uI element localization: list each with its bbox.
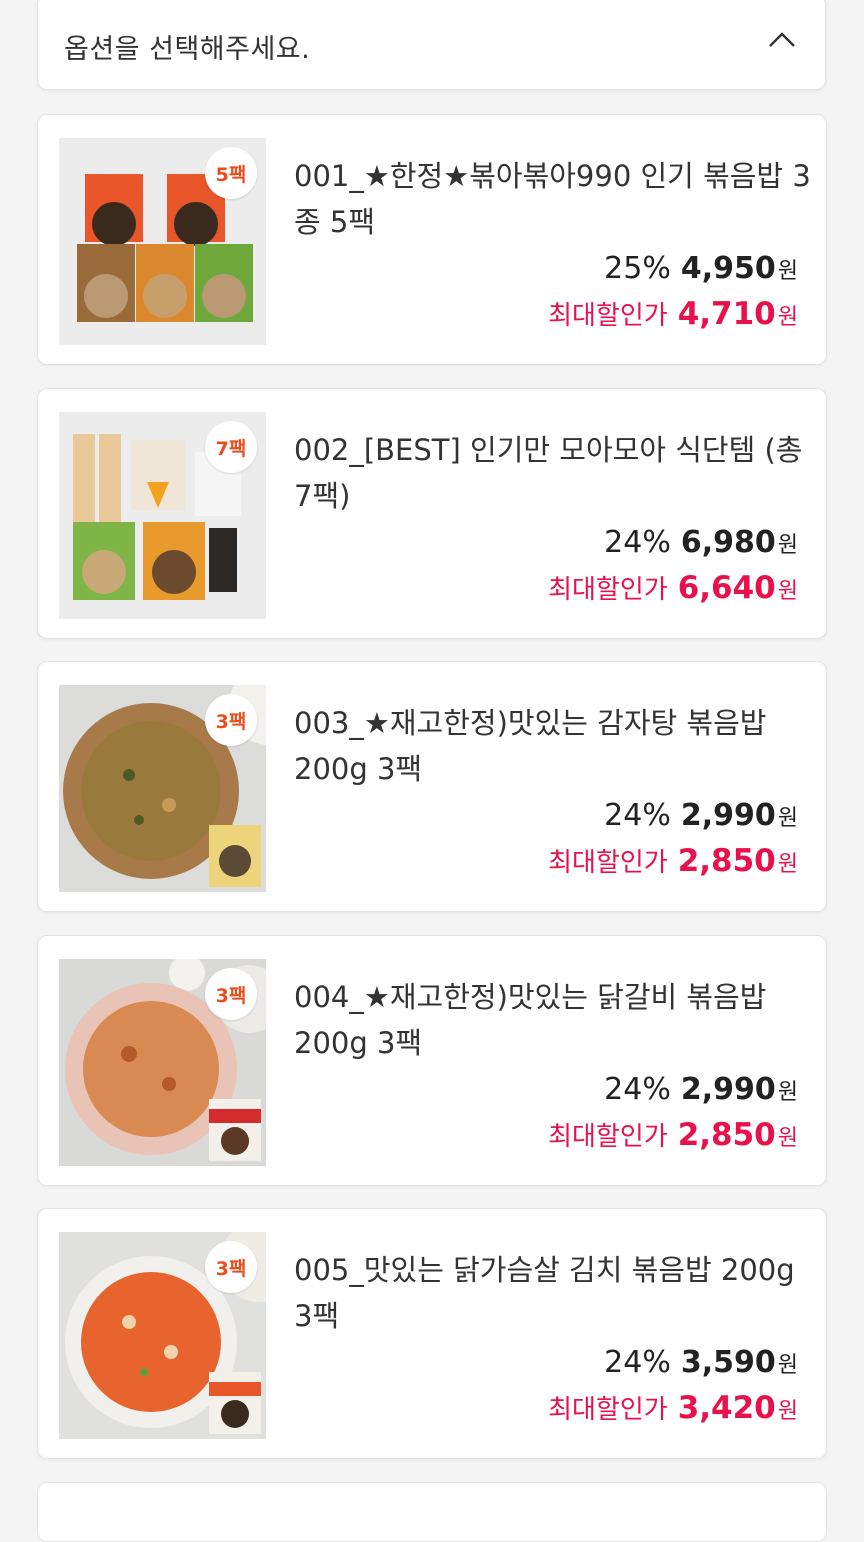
product-title: 002_[BEST] 인기만 모아모아 식단템 (총7팩)	[294, 433, 803, 513]
pack-count-badge: 5팩	[205, 147, 257, 199]
currency-unit: 원	[777, 259, 798, 284]
product-thumbnail: 3팩	[59, 685, 266, 892]
max-discount-label: 최대할인가	[548, 1395, 668, 1425]
option-select-placeholder: 옵션을 선택해주세요.	[64, 34, 311, 65]
product-title: 005_맛있는 닭가슴살 김치 볶음밥 200g 3팩	[294, 1253, 795, 1333]
product-option-card[interactable]: 7팩 002_[BEST] 인기만 모아모아 식단템 (총7팩) 24% 6,98…	[37, 388, 827, 639]
product-option-card[interactable]: 5팩 001_★한정★볶아볶아990 인기 볶음밥 3종 5팩 25% 4,950…	[37, 114, 827, 365]
price-row: 25% 4,950원	[604, 251, 798, 286]
discount-rate: 25%	[604, 251, 671, 286]
discount-rate: 24%	[604, 1072, 671, 1107]
price-row: 24% 6,980원	[604, 525, 798, 560]
currency-unit: 원	[777, 1399, 798, 1424]
product-thumbnail: 7팩	[59, 412, 266, 619]
product-title: 003_★재고한정)맛있는 감자탕 볶음밥 200g 3팩	[294, 706, 767, 786]
discount-rate: 24%	[604, 1345, 671, 1380]
product-option-card-partial[interactable]	[37, 1482, 827, 1542]
max-discount-label: 최대할인가	[548, 1122, 668, 1152]
currency-unit: 원	[777, 852, 798, 877]
discount-rate: 24%	[604, 525, 671, 560]
pack-count-badge: 3팩	[205, 1241, 257, 1293]
currency-unit: 원	[777, 1080, 798, 1105]
product-title: 001_★한정★볶아볶아990 인기 볶음밥 3종 5팩	[294, 159, 811, 239]
max-discount-row: 최대할인가 2,850원	[548, 842, 798, 879]
max-discount-label: 최대할인가	[548, 575, 668, 605]
product-option-card[interactable]: 3팩 005_맛있는 닭가슴살 김치 볶음밥 200g 3팩 24% 3,590원…	[37, 1208, 827, 1459]
sale-price: 3,590	[680, 1345, 776, 1380]
price-row: 24% 2,990원	[604, 798, 798, 833]
discount-rate: 24%	[604, 798, 671, 833]
max-discount-row: 최대할인가 2,850원	[548, 1116, 798, 1153]
chevron-up-icon[interactable]	[767, 29, 797, 49]
price-row: 24% 2,990원	[604, 1072, 798, 1107]
option-select[interactable]: 옵션을 선택해주세요.	[37, 0, 826, 90]
sale-price: 6,980	[680, 525, 776, 560]
currency-unit: 원	[777, 305, 798, 330]
product-title: 004_★재고한정)맛있는 닭갈비 볶음밥 200g 3팩	[294, 980, 767, 1060]
pack-count-badge: 7팩	[205, 421, 257, 473]
max-discount-row: 최대할인가 6,640원	[548, 569, 798, 606]
product-thumbnail: 3팩	[59, 959, 266, 1166]
max-discount-price: 6,640	[677, 570, 776, 606]
product-thumbnail: 5팩	[59, 138, 266, 345]
currency-unit: 원	[777, 806, 798, 831]
max-discount-label: 최대할인가	[548, 848, 668, 878]
sale-price: 2,990	[680, 1072, 776, 1107]
max-discount-label: 최대할인가	[548, 301, 668, 331]
max-discount-row: 최대할인가 4,710원	[548, 295, 798, 332]
max-discount-price: 2,850	[677, 1117, 776, 1153]
max-discount-price: 4,710	[677, 296, 776, 332]
price-row: 24% 3,590원	[604, 1345, 798, 1380]
currency-unit: 원	[777, 579, 798, 604]
product-thumbnail: 3팩	[59, 1232, 266, 1439]
max-discount-price: 3,420	[677, 1390, 776, 1426]
max-discount-price: 2,850	[677, 843, 776, 879]
pack-count-badge: 3팩	[205, 968, 257, 1020]
currency-unit: 원	[777, 533, 798, 558]
currency-unit: 원	[777, 1126, 798, 1151]
product-option-card[interactable]: 3팩 003_★재고한정)맛있는 감자탕 볶음밥 200g 3팩 24% 2,99…	[37, 661, 827, 912]
pack-count-badge: 3팩	[205, 694, 257, 746]
sale-price: 4,950	[680, 251, 776, 286]
max-discount-row: 최대할인가 3,420원	[548, 1389, 798, 1426]
sale-price: 2,990	[680, 798, 776, 833]
product-option-card[interactable]: 3팩 004_★재고한정)맛있는 닭갈비 볶음밥 200g 3팩 24% 2,99…	[37, 935, 827, 1186]
currency-unit: 원	[777, 1353, 798, 1378]
